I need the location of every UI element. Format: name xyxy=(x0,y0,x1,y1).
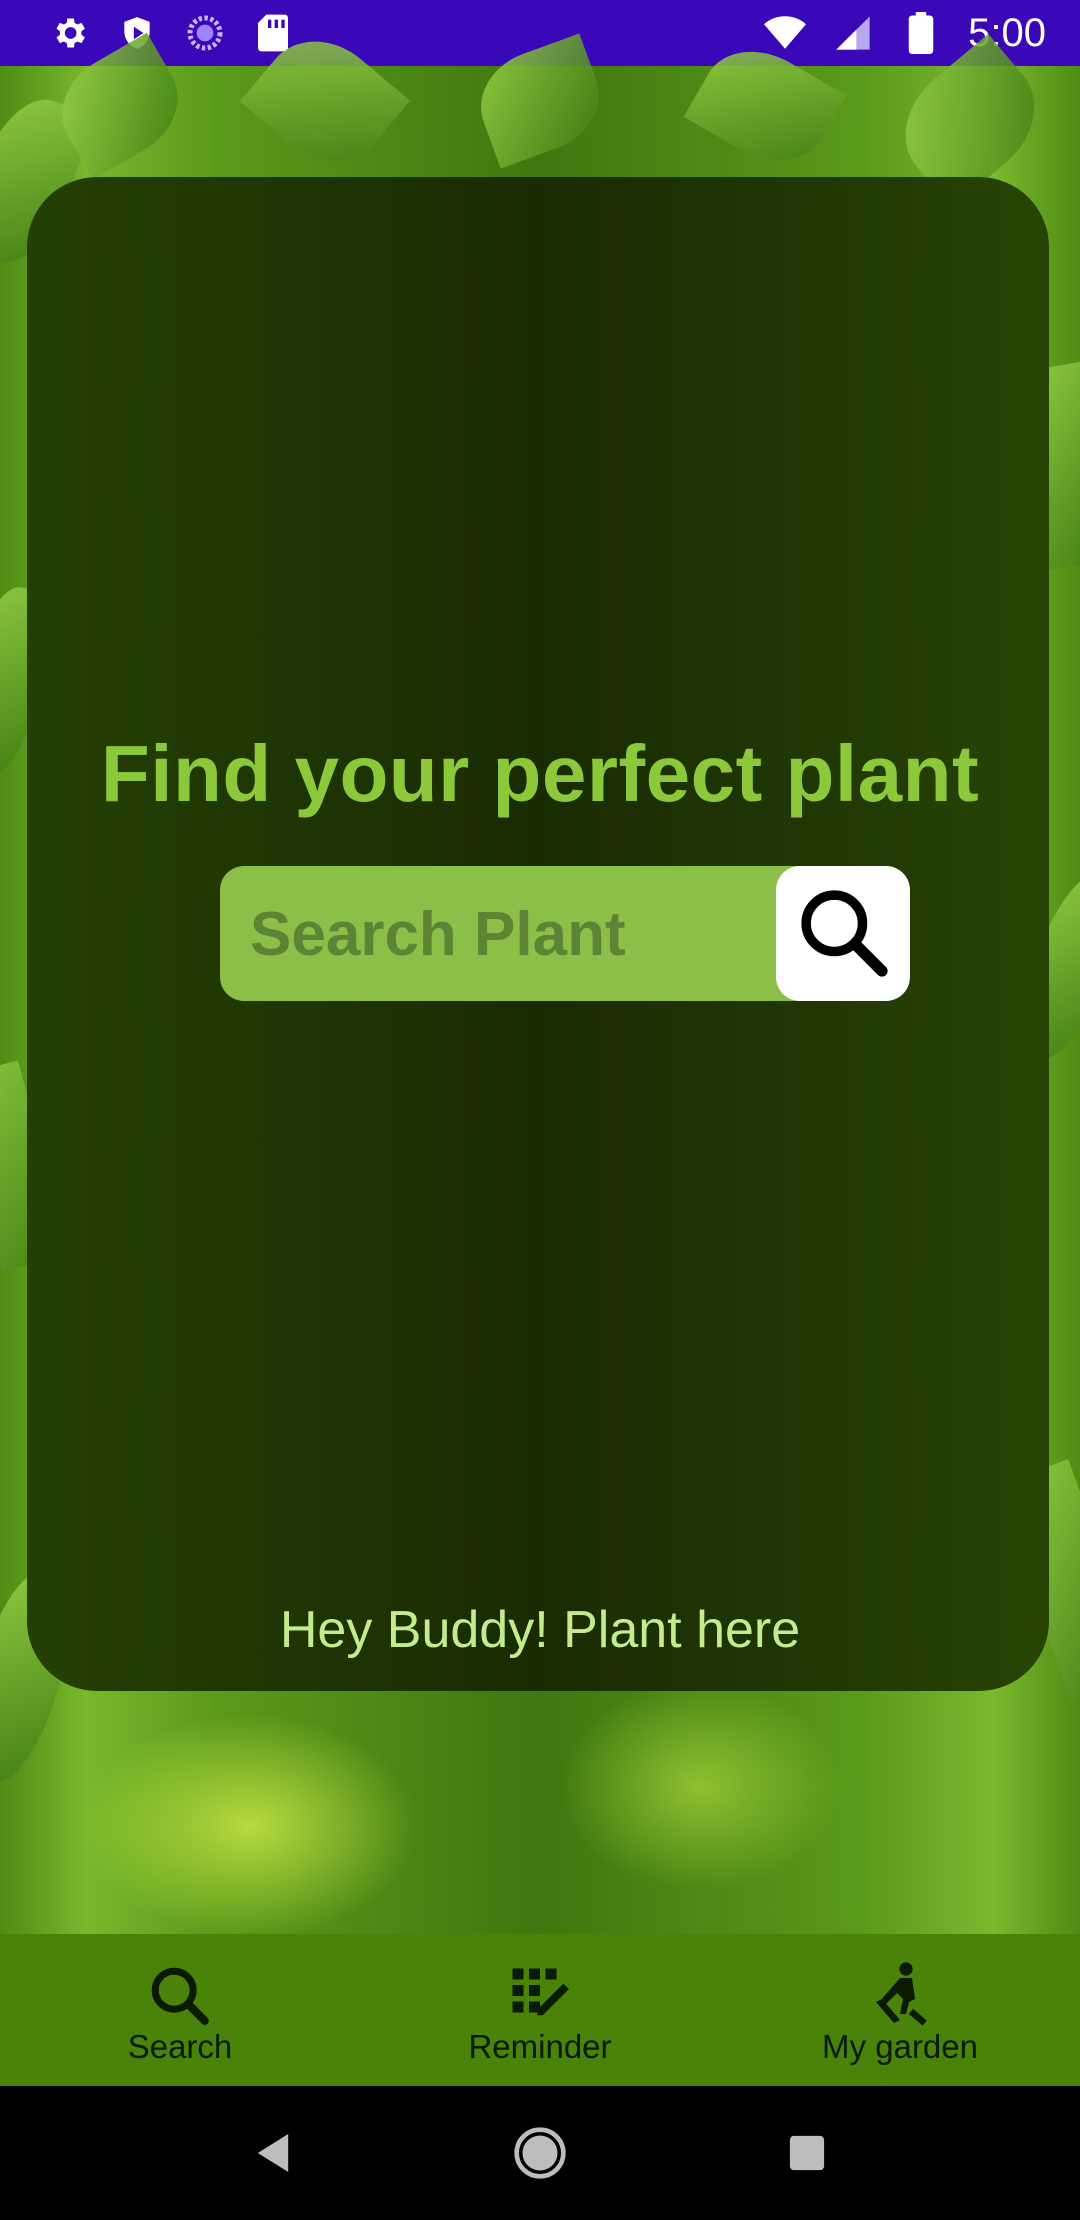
nav-label-search: Search xyxy=(127,2028,233,2065)
gardener-icon xyxy=(864,1960,936,2032)
bottom-navigation: Search Reminder My garden xyxy=(0,1934,1080,2086)
nav-label-my-garden: My garden xyxy=(822,2028,978,2065)
home-icon[interactable] xyxy=(510,2123,570,2183)
spinner-icon xyxy=(184,12,226,54)
battery-icon xyxy=(900,12,942,54)
nav-item-reminder[interactable]: Reminder xyxy=(360,1934,720,2086)
tagline: Hey Buddy! Plant here xyxy=(279,1601,801,1659)
nav-item-search[interactable]: Search xyxy=(0,1934,360,2086)
wifi-icon xyxy=(764,12,807,54)
nav-label-reminder: Reminder xyxy=(468,2028,612,2065)
calendar-edit-icon xyxy=(504,1960,576,2032)
search-icon xyxy=(144,1960,216,2032)
gear-icon xyxy=(48,12,90,54)
recents-icon[interactable] xyxy=(777,2123,837,2183)
search-input[interactable] xyxy=(248,866,752,1001)
nav-item-my-garden[interactable]: My garden xyxy=(720,1934,1080,2086)
system-navigation-bar xyxy=(0,2086,1080,2220)
search-icon xyxy=(791,880,895,988)
back-icon[interactable] xyxy=(243,2123,303,2183)
search-button[interactable] xyxy=(776,866,910,1001)
search-bar xyxy=(220,866,910,1001)
signal-icon xyxy=(832,12,874,54)
page-title: Find your perfect plant xyxy=(100,729,980,818)
